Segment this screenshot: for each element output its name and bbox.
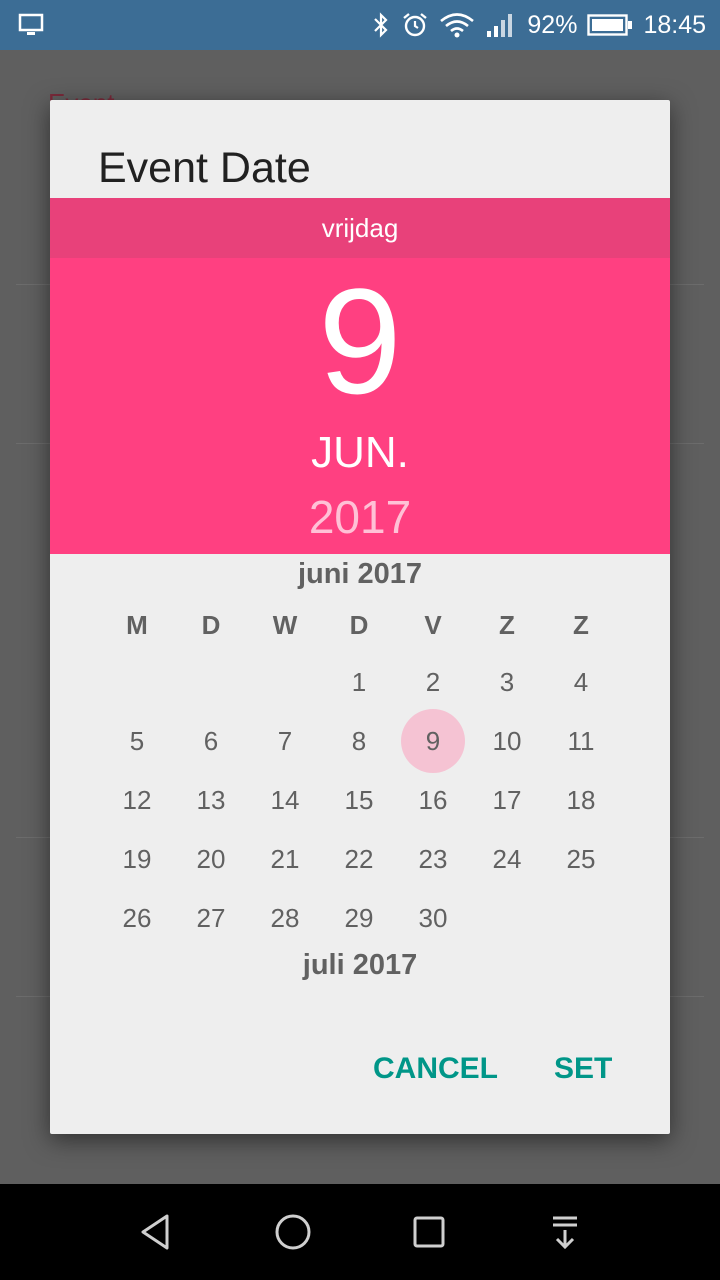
notification-pull-icon[interactable] — [535, 1202, 595, 1262]
cancel-button[interactable]: CANCEL — [373, 1052, 498, 1086]
date-header: 9 JUN. 2017 — [50, 258, 670, 554]
calendar-day[interactable]: 14 — [253, 768, 317, 832]
weekday-header-row: M D W D V Z Z — [50, 610, 670, 650]
calendar-day[interactable]: 21 — [253, 827, 317, 891]
calendar-day[interactable]: 8 — [327, 709, 391, 773]
calendar-day[interactable]: 30 — [401, 886, 465, 950]
weekday-header: M — [126, 610, 148, 640]
alarm-icon — [401, 11, 429, 39]
date-picker-dialog: Event Date vrijdag 9 JUN. 2017 juni 2017… — [50, 100, 670, 1134]
battery-icon — [587, 13, 633, 37]
calendar-day[interactable]: 13 — [179, 768, 243, 832]
calendar-day[interactable]: 16 — [401, 768, 465, 832]
battery-percentage: 92% — [527, 10, 578, 39]
cast-screen-icon — [18, 13, 44, 42]
weekday-header: D — [349, 610, 369, 640]
set-button[interactable]: SET — [554, 1052, 612, 1086]
calendar-day[interactable]: 11 — [549, 709, 613, 773]
calendar-day[interactable]: 4 — [549, 650, 613, 714]
selected-month[interactable]: JUN. — [50, 428, 670, 478]
weekday-header: Z — [499, 610, 515, 640]
weekday-header: W — [272, 610, 298, 640]
calendar-day[interactable]: 28 — [253, 886, 317, 950]
navigation-bar — [0, 1184, 720, 1280]
dialog-title: Event Date — [98, 144, 311, 192]
calendar-day[interactable]: 6 — [179, 709, 243, 773]
calendar-day[interactable]: 29 — [327, 886, 391, 950]
calendar-day[interactable]: 7 — [253, 709, 317, 773]
calendar-day[interactable]: 23 — [401, 827, 465, 891]
calendar-day[interactable]: 19 — [105, 827, 169, 891]
wifi-icon — [439, 11, 475, 39]
home-icon[interactable] — [263, 1202, 323, 1262]
bluetooth-icon — [371, 11, 391, 39]
calendar-day[interactable]: 25 — [549, 827, 613, 891]
calendar-day[interactable]: 5 — [105, 709, 169, 773]
calendar-day[interactable]: 12 — [105, 768, 169, 832]
calendar-day[interactable]: 26 — [105, 886, 169, 950]
calendar-day[interactable]: 22 — [327, 827, 391, 891]
status-bar: 92% 18:45 — [0, 0, 720, 50]
back-icon[interactable] — [127, 1202, 187, 1262]
status-time: 18:45 — [643, 10, 706, 39]
calendar-day[interactable]: 24 — [475, 827, 539, 891]
selected-day-number[interactable]: 9 — [50, 266, 670, 416]
next-month-label: juli 2017 — [302, 949, 418, 981]
signal-icon — [485, 11, 517, 39]
calendar-day[interactable]: 2 — [401, 650, 465, 714]
calendar-day[interactable]: 10 — [475, 709, 539, 773]
calendar-day[interactable]: 20 — [179, 827, 243, 891]
weekday-header: V — [424, 610, 442, 640]
calendar-day[interactable]: 18 — [549, 768, 613, 832]
calendar-day[interactable]: 3 — [475, 650, 539, 714]
calendar-day[interactable]: 17 — [475, 768, 539, 832]
selected-year[interactable]: 2017 — [50, 490, 670, 544]
weekday-header: Z — [573, 610, 589, 640]
calendar-day[interactable]: 27 — [179, 886, 243, 950]
recents-icon[interactable] — [399, 1202, 459, 1262]
calendar-day[interactable]: 15 — [327, 768, 391, 832]
calendar-day-selected[interactable]: 9 — [401, 709, 465, 773]
weekday-header: D — [201, 610, 221, 640]
selected-weekday: vrijdag — [50, 198, 670, 258]
calendar-day[interactable]: 1 — [327, 650, 391, 714]
month-label: juni 2017 — [297, 558, 423, 590]
